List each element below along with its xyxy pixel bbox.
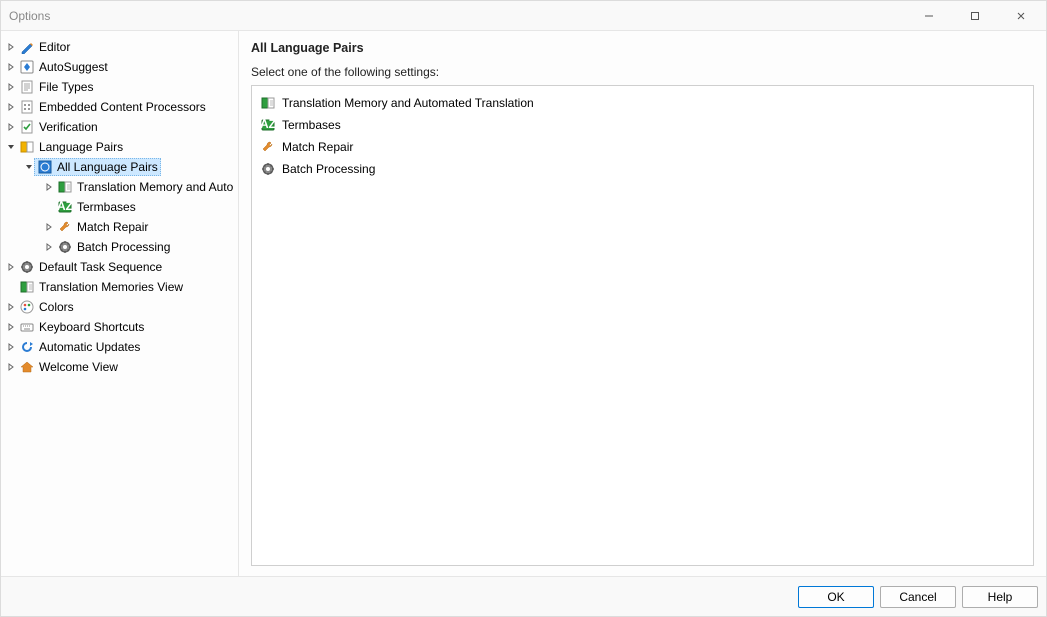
chevron-right-icon[interactable] xyxy=(43,221,55,233)
tree-label: Translation Memories View xyxy=(39,280,183,294)
all-lang-icon xyxy=(37,159,53,175)
tree-label: Keyboard Shortcuts xyxy=(39,320,144,334)
options-window: Options Editor AutoSuggest File Types xyxy=(0,0,1047,617)
tree-label: File Types xyxy=(39,80,93,94)
diamond-icon xyxy=(19,59,35,75)
keyboard-icon xyxy=(19,319,35,335)
wrench-icon xyxy=(260,139,276,155)
tree-label: Default Task Sequence xyxy=(39,260,162,274)
chevron-right-icon[interactable] xyxy=(5,301,17,313)
maximize-button[interactable] xyxy=(952,2,998,30)
chevron-down-icon[interactable] xyxy=(5,141,17,153)
updates-icon xyxy=(19,339,35,355)
gear-icon xyxy=(260,161,276,177)
wrench-icon xyxy=(57,219,73,235)
pencil-icon xyxy=(19,39,35,55)
palette-icon xyxy=(19,299,35,315)
tree-item-embedded-content[interactable]: Embedded Content Processors xyxy=(1,97,238,117)
tree-item-verification[interactable]: Verification xyxy=(1,117,238,137)
help-button[interactable]: Help xyxy=(962,586,1038,608)
close-button[interactable] xyxy=(998,2,1044,30)
chevron-right-icon[interactable] xyxy=(5,361,17,373)
tree-item-batch-processing[interactable]: Batch Processing xyxy=(1,237,238,257)
tree-label: All Language Pairs xyxy=(57,160,158,174)
tree-label: Match Repair xyxy=(77,220,148,234)
setting-translation-memory[interactable]: Translation Memory and Automated Transla… xyxy=(256,92,1029,114)
check-page-icon xyxy=(19,119,35,135)
gear-icon xyxy=(57,239,73,255)
setting-label: Termbases xyxy=(282,118,341,132)
chevron-right-icon[interactable] xyxy=(5,101,17,113)
chevron-right-icon[interactable] xyxy=(5,61,17,73)
chevron-right-icon[interactable] xyxy=(5,261,17,273)
chevron-right-icon[interactable] xyxy=(5,81,17,93)
tree-item-translation-memory[interactable]: Translation Memory and Auto xyxy=(1,177,238,197)
setting-label: Batch Processing xyxy=(282,162,375,176)
footer: OK Cancel Help xyxy=(1,576,1046,616)
lang-icon xyxy=(19,139,35,155)
gear-icon xyxy=(19,259,35,275)
chevron-right-icon[interactable] xyxy=(5,341,17,353)
tree-item-tm-view[interactable]: Translation Memories View xyxy=(1,277,238,297)
tree-label: AutoSuggest xyxy=(39,60,108,74)
tree-label: Embedded Content Processors xyxy=(39,100,206,114)
tree-item-colors[interactable]: Colors xyxy=(1,297,238,317)
tree-item-autosuggest[interactable]: AutoSuggest xyxy=(1,57,238,77)
sidebar: Editor AutoSuggest File Types Embedded C… xyxy=(1,31,239,576)
page-icon xyxy=(19,79,35,95)
tree-label: Editor xyxy=(39,40,70,54)
page-title: All Language Pairs xyxy=(251,41,1034,55)
tree-label: Batch Processing xyxy=(77,240,170,254)
chevron-right-icon[interactable] xyxy=(5,41,17,53)
tree-item-welcome-view[interactable]: Welcome View xyxy=(1,357,238,377)
tree-label: Translation Memory and Auto xyxy=(77,180,233,194)
tree-item-automatic-updates[interactable]: Automatic Updates xyxy=(1,337,238,357)
term-icon xyxy=(57,199,73,215)
page-dots-icon xyxy=(19,99,35,115)
chevron-right-icon[interactable] xyxy=(5,321,17,333)
setting-termbases[interactable]: Termbases xyxy=(256,114,1029,136)
tree-item-termbases[interactable]: Termbases xyxy=(1,197,238,217)
tree-item-match-repair[interactable]: Match Repair xyxy=(1,217,238,237)
tree-label: Welcome View xyxy=(39,360,118,374)
window-title: Options xyxy=(9,9,906,23)
tm-icon xyxy=(260,95,276,111)
tree-label: Colors xyxy=(39,300,74,314)
chevron-right-icon[interactable] xyxy=(5,121,17,133)
ok-button[interactable]: OK xyxy=(798,586,874,608)
chevron-right-icon[interactable] xyxy=(43,181,55,193)
tree-item-file-types[interactable]: File Types xyxy=(1,77,238,97)
chevron-right-icon[interactable] xyxy=(43,241,55,253)
tree-item-editor[interactable]: Editor xyxy=(1,37,238,57)
tm-icon xyxy=(19,279,35,295)
tree-label: Verification xyxy=(39,120,98,134)
setting-label: Translation Memory and Automated Transla… xyxy=(282,96,534,110)
tm-icon xyxy=(57,179,73,195)
tree-item-all-language-pairs[interactable]: All Language Pairs xyxy=(1,157,238,177)
setting-batch-processing[interactable]: Batch Processing xyxy=(256,158,1029,180)
tree-item-language-pairs[interactable]: Language Pairs xyxy=(1,137,238,157)
setting-match-repair[interactable]: Match Repair xyxy=(256,136,1029,158)
main-panel: All Language Pairs Select one of the fol… xyxy=(239,31,1046,576)
minimize-button[interactable] xyxy=(906,2,952,30)
home-icon xyxy=(19,359,35,375)
tree-item-keyboard-shortcuts[interactable]: Keyboard Shortcuts xyxy=(1,317,238,337)
cancel-button[interactable]: Cancel xyxy=(880,586,956,608)
titlebar: Options xyxy=(1,1,1046,31)
term-icon xyxy=(260,117,276,133)
tree-label: Termbases xyxy=(77,200,136,214)
tree-label: Language Pairs xyxy=(39,140,123,154)
tree-item-default-task-sequence[interactable]: Default Task Sequence xyxy=(1,257,238,277)
settings-list: Translation Memory and Automated Transla… xyxy=(251,85,1034,566)
setting-label: Match Repair xyxy=(282,140,353,154)
page-subtitle: Select one of the following settings: xyxy=(251,65,1034,79)
tree-label: Automatic Updates xyxy=(39,340,140,354)
